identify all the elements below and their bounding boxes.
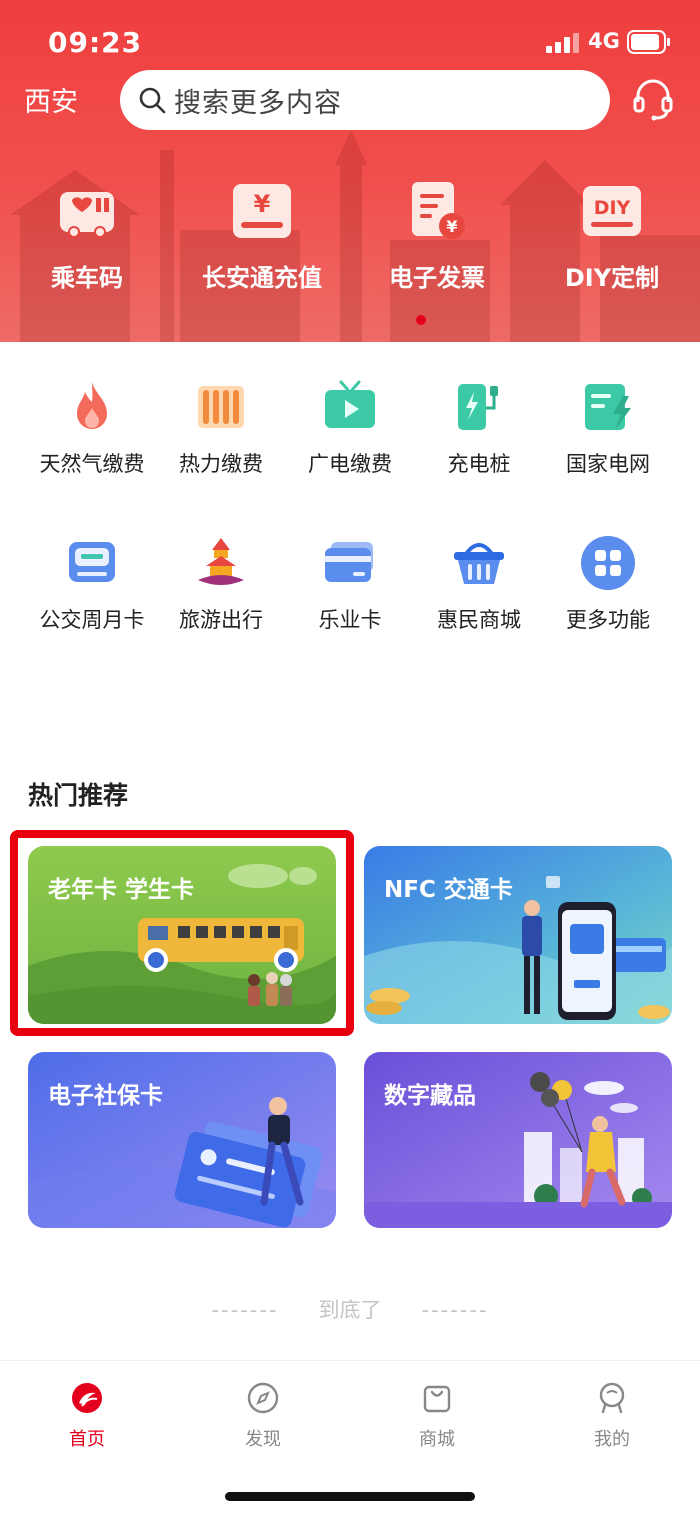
service-label: 旅游出行 [179,608,263,632]
diy-icon: DIY [583,186,641,236]
header: 09:23 4G 西安 搜索更多内容 乘车码 ¥ 长安通充值 ¥ 电子发票 DI… [0,0,700,342]
credit-card-icon [325,542,373,582]
profile-icon [599,1382,625,1414]
quick-action-e-invoice[interactable]: ¥ 电子发票 [367,180,507,293]
service-label: 国家电网 [566,452,650,476]
svg-text:¥: ¥ [254,190,271,218]
service-label: 公交周月卡 [39,608,145,632]
end-of-list-text: 到底了 [318,1298,382,1322]
status-time: 09:23 [48,26,143,59]
end-divider-left: ------- [211,1298,279,1322]
card-title: NFC 交通卡 [384,877,513,903]
status-bar: 09:23 4G [0,0,700,80]
service-cable-tv-payment[interactable]: 广电缴费 [285,378,415,478]
svg-text:DIY: DIY [594,197,631,219]
pagoda-icon [198,538,244,585]
power-grid-icon [585,384,631,430]
service-heating-payment[interactable]: 热力缴费 [156,378,286,478]
section-title-hot-recommend: 热门推荐 [28,781,129,810]
bus-qr-icon [60,192,114,238]
tv-icon [325,380,375,428]
customer-service-icon[interactable] [630,76,676,122]
yuan-card-icon: ¥ [233,184,291,238]
service-charging-pile[interactable]: 充电桩 [414,378,544,478]
service-label: 热力缴费 [179,452,263,476]
quick-action-bus-qr[interactable]: 乘车码 [17,180,157,293]
carousel-indicator [416,315,426,325]
service-more[interactable]: 更多功能 [543,534,673,634]
home-logo-icon [72,1383,102,1413]
service-state-grid[interactable]: 国家电网 [543,378,673,478]
invoice-icon: ¥ [412,182,465,239]
tab-label: 发现 [245,1429,281,1450]
quick-action-diy[interactable]: DIY DIY定制 [542,180,682,293]
service-gas-payment[interactable]: 天然气缴费 [27,378,157,478]
bus-card-icon [69,542,115,582]
service-label: 充电桩 [447,452,511,476]
tab-profile[interactable]: 我的 [562,1381,662,1451]
quick-action-label: 长安通充值 [202,264,322,292]
search-placeholder: 搜索更多内容 [174,87,342,119]
service-label: 乐业卡 [318,608,382,632]
quick-action-label: 乘车码 [51,264,123,292]
card-digital-collectibles[interactable]: 数字藏品 [364,1052,672,1228]
battery-icon [627,30,670,54]
signal-icon [546,33,579,53]
card-title: 电子社保卡 [48,1083,163,1109]
tab-label: 商城 [419,1429,455,1450]
network-type: 4G [588,29,620,53]
radiator-icon [198,386,244,428]
flame-icon [77,382,107,429]
search-bar[interactable]: 搜索更多内容 [120,70,610,130]
service-label: 广电缴费 [308,452,392,476]
service-leye-card[interactable]: 乐业卡 [285,534,415,634]
card-nfc-transit[interactable]: NFC 交通卡 [364,846,672,1024]
shopping-basket-icon [454,543,504,584]
charging-pile-icon [458,384,498,430]
shopping-bag-icon [423,1385,451,1413]
compass-icon [247,1382,279,1414]
service-mall[interactable]: 惠民商城 [414,534,544,634]
service-label: 更多功能 [566,608,650,632]
tab-home[interactable]: 首页 [37,1381,137,1451]
tab-label: 首页 [69,1429,105,1450]
home-indicator [225,1492,475,1501]
end-of-list: ------- 到底了 ------- [0,1294,700,1324]
tab-mall[interactable]: 商城 [387,1381,487,1451]
service-travel[interactable]: 旅游出行 [156,534,286,634]
tab-discover[interactable]: 发现 [213,1381,313,1451]
tab-label: 我的 [594,1429,630,1450]
service-bus-pass[interactable]: 公交周月卡 [27,534,157,634]
quick-action-label: DIY定制 [564,264,660,292]
grid-more-icon [581,536,635,590]
end-divider-right: ------- [421,1298,489,1322]
quick-action-card-recharge[interactable]: ¥ 长安通充值 [192,180,332,293]
svg-text:¥: ¥ [446,217,457,236]
card-social-security[interactable]: 电子社保卡 [28,1052,336,1228]
city-selector[interactable]: 西安 [24,80,78,119]
search-icon [139,87,166,114]
highlight-frame [10,830,354,1036]
service-label: 惠民商城 [437,608,521,632]
card-title: 数字藏品 [384,1083,476,1109]
quick-action-label: 电子发票 [389,264,485,292]
service-label: 天然气缴费 [39,452,145,476]
